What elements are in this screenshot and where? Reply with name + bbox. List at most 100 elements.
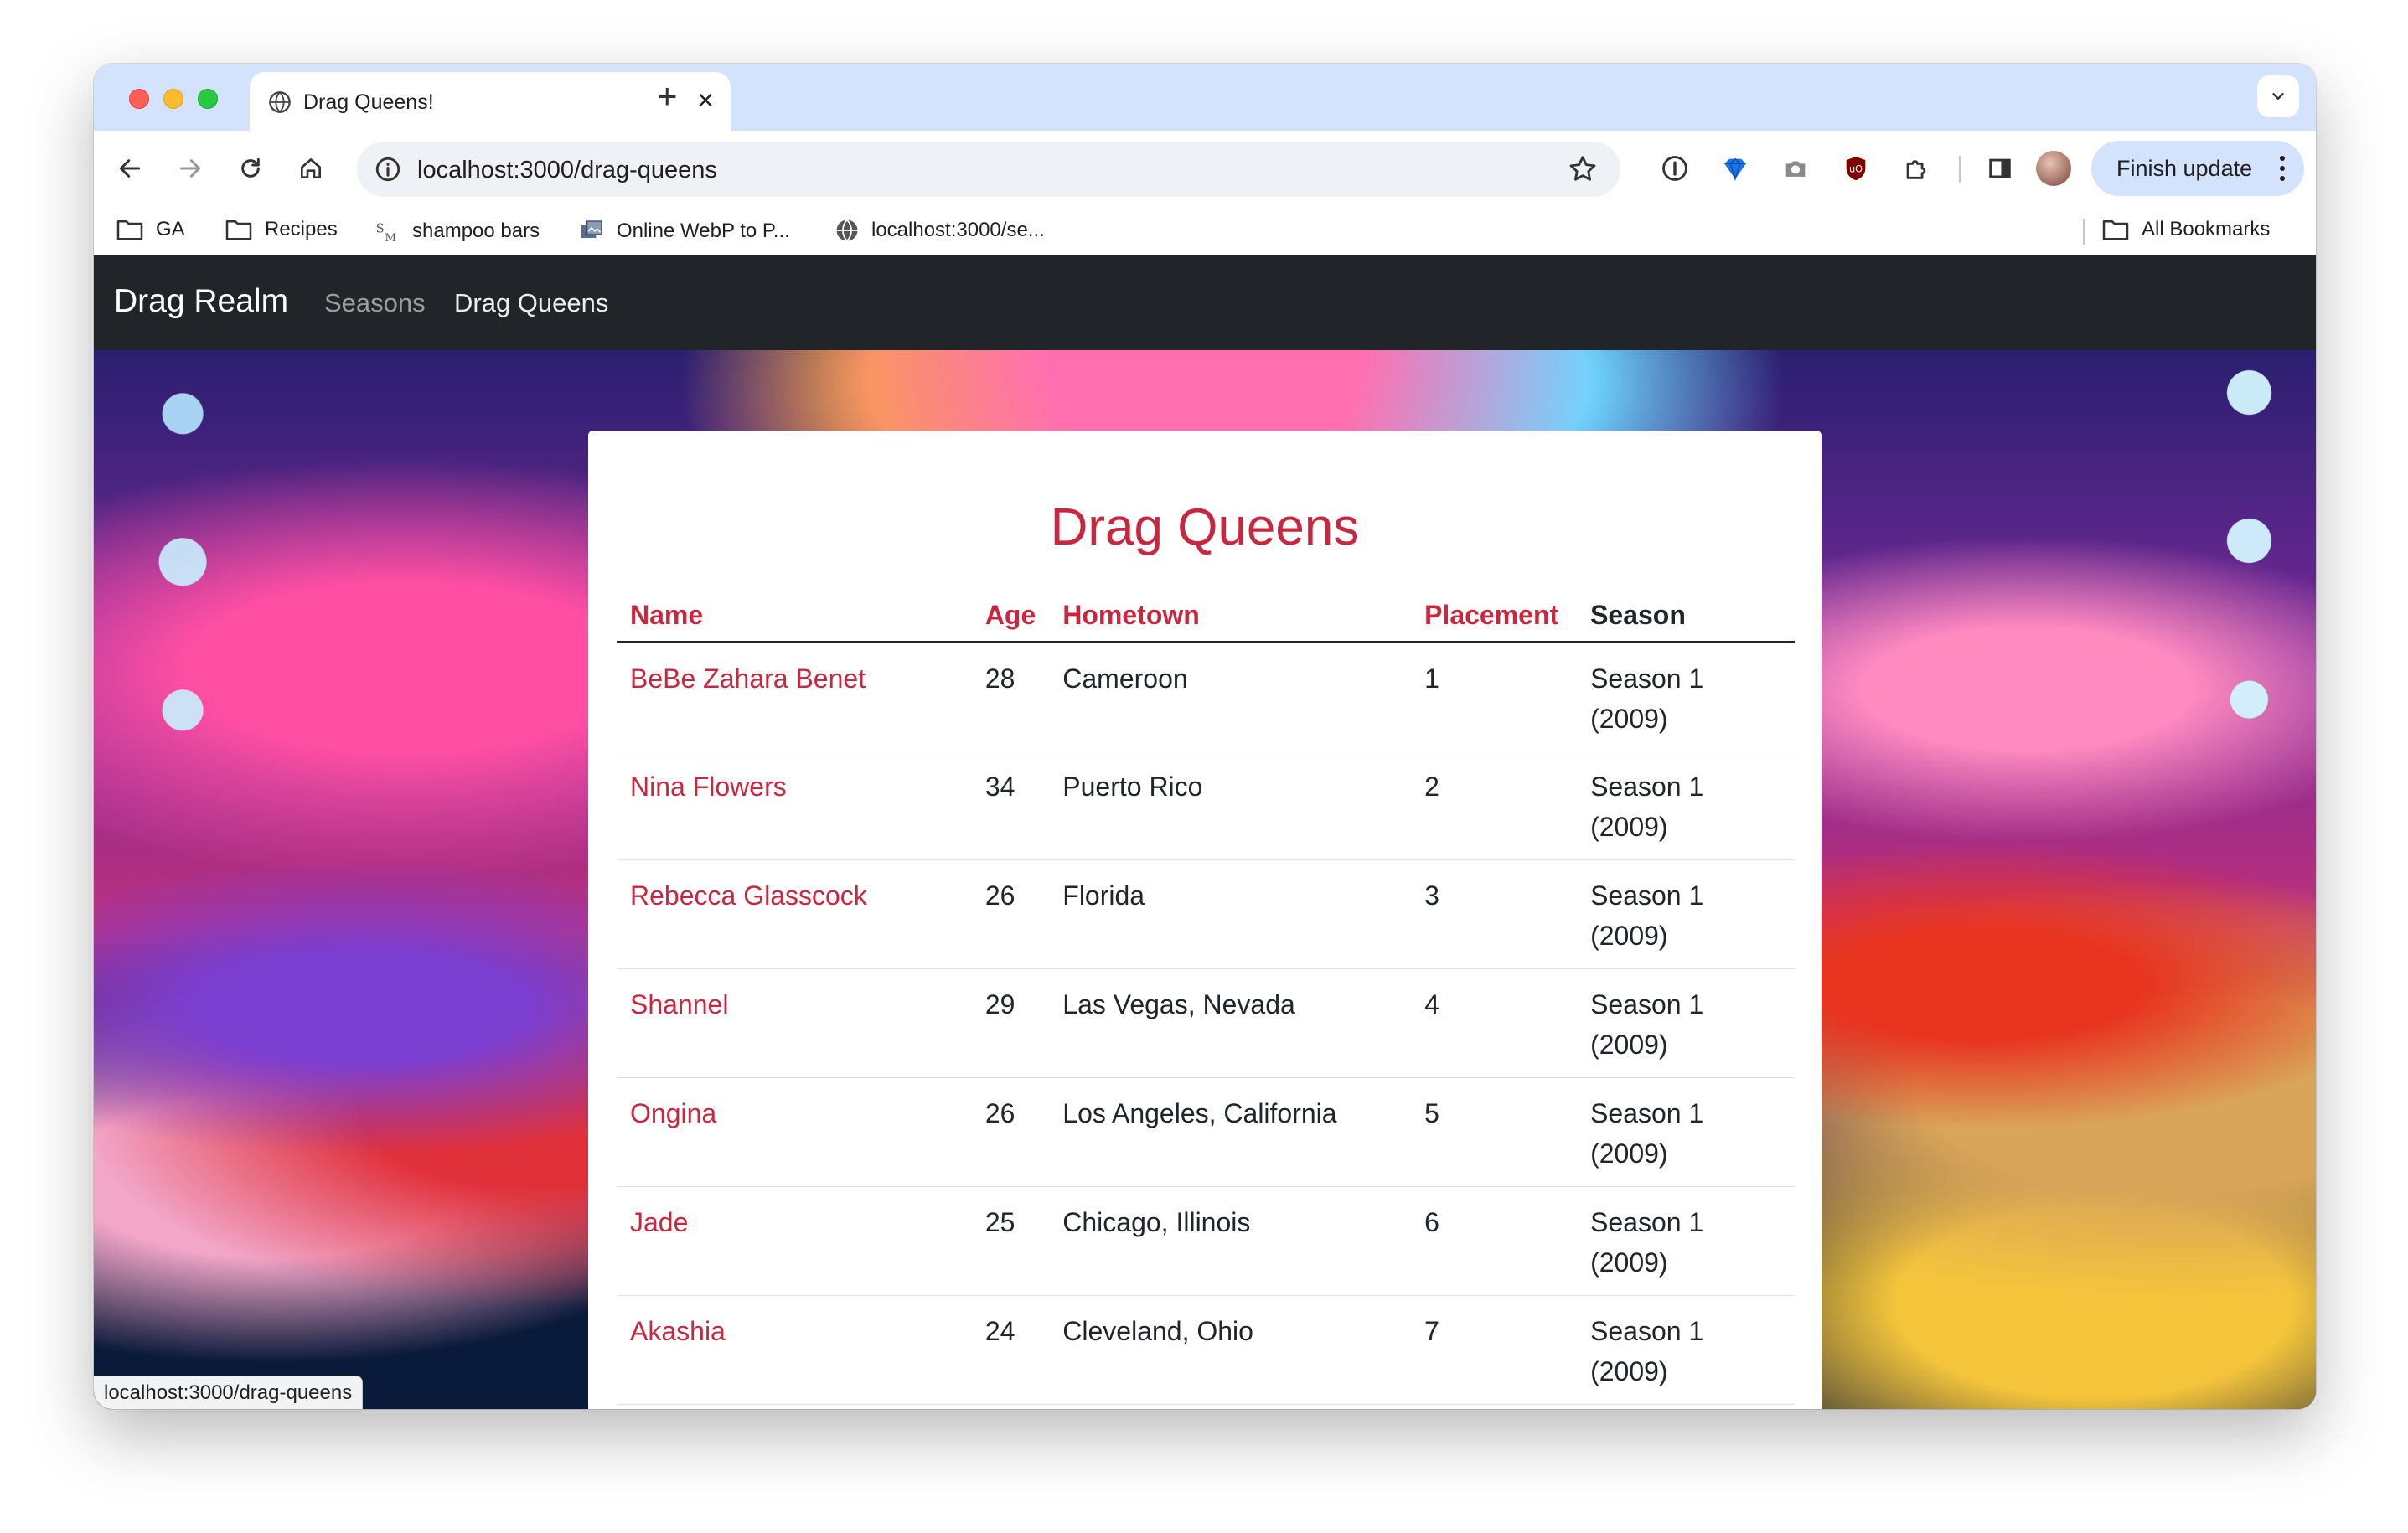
- queen-age: 29: [984, 988, 1015, 1019]
- column-header-hometown[interactable]: Hometown: [1049, 590, 1411, 642]
- queen-season: Season 1 (2009): [1590, 1206, 1704, 1278]
- gem-extension-button[interactable]: [1718, 151, 1753, 186]
- sm-site-icon: S M: [376, 221, 396, 245]
- table-row: Akashia 24 Cleveland, Ohio 7 Season 1 (2…: [617, 1295, 1795, 1404]
- queen-hometown: Los Angeles, California: [1062, 1097, 1337, 1128]
- bookmark-label: Recipes: [265, 218, 338, 240]
- queen-name-link[interactable]: Akashia: [617, 1295, 972, 1404]
- queen-name-link[interactable]: BeBe Zahara Benet: [617, 642, 972, 751]
- bookmarks-bar: GA Recipes S M shampoo bars Online WebP …: [94, 206, 2316, 255]
- queen-placement: 7: [1424, 1315, 1439, 1346]
- minimize-window-button[interactable]: [163, 89, 183, 109]
- queen-hometown: Florida: [1062, 880, 1145, 911]
- queen-name-link[interactable]: Shannel: [617, 968, 972, 1077]
- content-card: Drag Queens Name Age Hometown Placement …: [588, 431, 1822, 1409]
- queen-age: 24: [984, 1315, 1015, 1346]
- queen-placement: 4: [1424, 988, 1439, 1019]
- queen-placement: 2: [1424, 771, 1439, 802]
- converter-site-icon: [581, 220, 602, 238]
- queen-name-link[interactable]: Rebecca Glasscock: [617, 859, 972, 968]
- address-bar[interactable]: localhost:3000/drag-queens: [357, 142, 1620, 197]
- bookmarks-divider: [2083, 219, 2085, 245]
- bookmark-ga[interactable]: GA: [116, 218, 185, 241]
- bookmark-online-webp[interactable]: Online WebP to P...: [578, 218, 790, 245]
- queen-placement: 6: [1424, 1206, 1439, 1237]
- queen-hometown: Cameroon: [1062, 663, 1188, 694]
- queen-season: Season 1 (2009): [1590, 1315, 1704, 1386]
- tab-search-button[interactable]: [2257, 75, 2299, 117]
- bookmark-star-icon[interactable]: [1567, 153, 1599, 185]
- chevron-down-icon: [2272, 93, 2284, 100]
- folder-icon: [2102, 219, 2129, 240]
- arrow-left-icon: [119, 159, 141, 178]
- finish-update-label: Finish update: [2116, 155, 2253, 181]
- bookmark-shampoo-bars[interactable]: S M shampoo bars: [374, 218, 540, 245]
- forward-button[interactable]: [171, 149, 209, 188]
- queen-age: 26: [984, 880, 1015, 911]
- puzzle-icon: [1906, 160, 1926, 179]
- folder-icon: [116, 219, 143, 240]
- toolbar-divider: [1959, 156, 1961, 183]
- extensions-button[interactable]: [1899, 151, 1934, 186]
- queen-age: 25: [984, 1206, 1015, 1237]
- tab-title: Drag Queens!: [303, 90, 434, 114]
- all-bookmarks-button[interactable]: All Bookmarks: [2101, 218, 2270, 241]
- nav-link-seasons[interactable]: Seasons: [324, 288, 426, 318]
- queen-hometown: Puerto Rico: [1062, 771, 1203, 802]
- profile-avatar[interactable]: [2036, 151, 2071, 186]
- url-text[interactable]: localhost:3000/drag-queens: [417, 157, 717, 184]
- bookmark-recipes[interactable]: Recipes: [225, 218, 338, 241]
- browser-window: Drag Queens! × + localhost:3000/drag-que…: [94, 64, 2316, 1409]
- status-bar-url: localhost:3000/drag-queens: [94, 1376, 364, 1409]
- globe-icon: [269, 91, 291, 113]
- maximize-window-button[interactable]: [198, 89, 218, 109]
- queen-hometown: Chicago, Illinois: [1062, 1206, 1251, 1237]
- table-header-row: Name Age Hometown Placement Season: [617, 590, 1795, 642]
- svg-text:S: S: [376, 221, 385, 235]
- queen-hometown: Cleveland, Ohio: [1062, 1315, 1253, 1346]
- bookmark-label: Online WebP to P...: [617, 219, 790, 242]
- screenshot-extension-button[interactable]: [1778, 151, 1813, 186]
- tab-strip: Drag Queens! × +: [94, 64, 2316, 131]
- ublock-extension-button[interactable]: uO: [1838, 151, 1873, 186]
- password-extension-button[interactable]: [1657, 151, 1692, 186]
- page-title: Drag Queens: [1050, 498, 1360, 556]
- globe-icon: [836, 219, 858, 242]
- table-row: Rebecca Glasscock 26 Florida 3 Season 1 …: [617, 859, 1795, 968]
- new-tab-button[interactable]: +: [657, 75, 678, 117]
- table-row: Ongina 26 Los Angeles, California 5 Seas…: [617, 1077, 1795, 1186]
- drag-queens-table: Name Age Hometown Placement Season BeBe …: [617, 590, 1795, 1405]
- close-window-button[interactable]: [129, 89, 149, 109]
- bookmark-label: GA: [156, 218, 185, 240]
- reload-icon: [241, 157, 260, 178]
- nav-link-drag-queens[interactable]: Drag Queens: [454, 288, 608, 318]
- camera-icon: [1785, 161, 1806, 177]
- more-vertical-icon: [2280, 156, 2285, 181]
- home-icon: [301, 158, 321, 178]
- home-button[interactable]: [292, 149, 330, 188]
- side-panel-icon: [1989, 158, 2011, 178]
- column-header-age[interactable]: Age: [972, 590, 1049, 642]
- queen-placement: 3: [1424, 880, 1439, 911]
- column-header-placement[interactable]: Placement: [1411, 590, 1577, 642]
- queen-season: Season 1 (2009): [1590, 771, 1704, 842]
- queen-season: Season 1 (2009): [1590, 663, 1704, 734]
- gem-icon: [1724, 157, 1746, 182]
- close-tab-button[interactable]: ×: [697, 85, 714, 116]
- queen-name-link[interactable]: Ongina: [617, 1077, 972, 1186]
- column-header-name[interactable]: Name: [617, 590, 972, 642]
- shield-icon: uO: [1846, 156, 1866, 181]
- site-brand[interactable]: Drag Realm: [114, 283, 288, 320]
- queen-name-link[interactable]: Jade: [617, 1186, 972, 1295]
- bookmark-localhost-seasons[interactable]: localhost:3000/se...: [835, 218, 1045, 243]
- hero-background-image: Drag Queens Name Age Hometown Placement …: [94, 350, 2316, 1409]
- column-header-season: Season: [1590, 599, 1686, 630]
- side-panel-button[interactable]: [1982, 151, 2018, 186]
- queen-age: 26: [984, 1097, 1015, 1128]
- browser-toolbar: localhost:3000/drag-queens uO Finish upd…: [94, 131, 2316, 206]
- queen-name-link[interactable]: Nina Flowers: [617, 751, 972, 859]
- finish-update-button[interactable]: Finish update: [2091, 141, 2304, 196]
- reload-button[interactable]: [231, 149, 270, 188]
- site-info-icon[interactable]: [374, 155, 402, 183]
- back-button[interactable]: [111, 149, 149, 188]
